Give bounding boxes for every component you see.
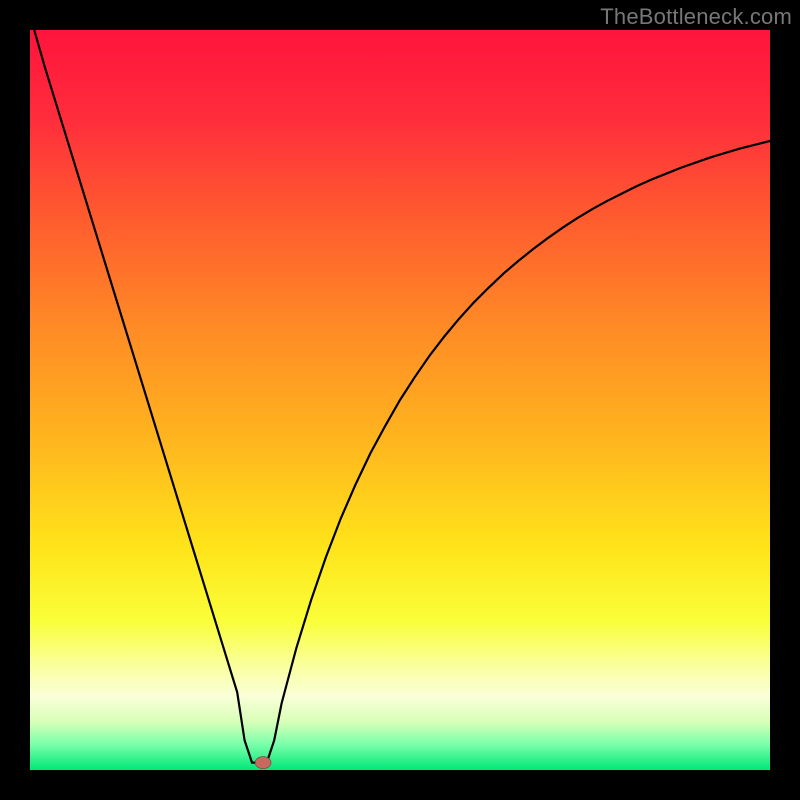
minimum-marker bbox=[255, 757, 271, 769]
chart-frame: TheBottleneck.com bbox=[0, 0, 800, 800]
chart-svg bbox=[30, 30, 770, 770]
plot-area bbox=[30, 30, 770, 770]
watermark-text: TheBottleneck.com bbox=[600, 4, 792, 30]
